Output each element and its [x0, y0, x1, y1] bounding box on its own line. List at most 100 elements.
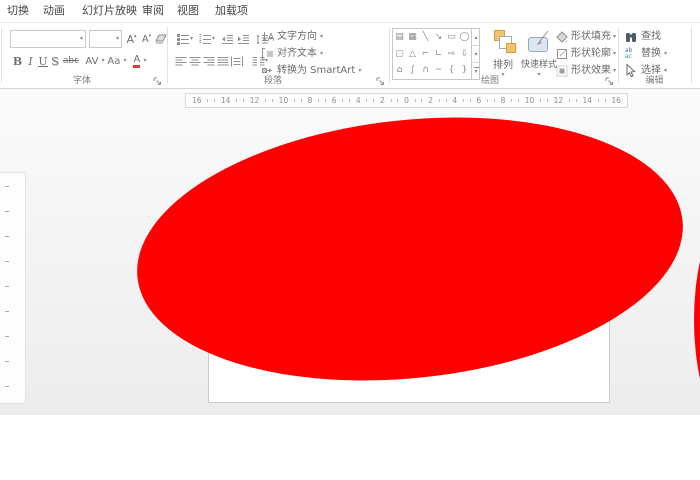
clear-formatting-button[interactable] — [154, 31, 168, 47]
underline-button[interactable]: U — [37, 52, 49, 70]
character-spacing-button[interactable]: AV ▾ — [83, 52, 107, 70]
ruler-tick — [487, 99, 488, 102]
tab-slideshow[interactable]: 幻灯片放映 — [82, 0, 137, 22]
shape-outline-button[interactable]: 形状轮廓 ▾ — [556, 46, 618, 61]
ruler-tick — [445, 99, 447, 102]
chevron-down-icon: ▾ — [115, 35, 119, 42]
shape-fill-button[interactable]: 形状填充 ▾ — [556, 29, 618, 44]
paragraph-dialog-launcher-icon[interactable] — [376, 77, 385, 86]
find-button[interactable]: 查找 — [625, 29, 669, 44]
grow-font-button[interactable]: A ▴ — [124, 30, 139, 48]
italic-button[interactable]: I — [25, 52, 36, 70]
shape-red-ellipse-partial[interactable] — [694, 160, 700, 480]
ruler-tick — [5, 361, 9, 362]
gallery-shape[interactable]: △ — [406, 46, 419, 62]
align-right-button[interactable] — [202, 52, 216, 70]
shrink-font-button[interactable]: A ▾ — [139, 30, 154, 48]
quick-styles-icon — [526, 30, 552, 54]
increase-indent-button[interactable] — [236, 30, 251, 48]
replace-button[interactable]: ab ac 替换 ▾ — [625, 46, 677, 61]
ruler-tick — [300, 99, 302, 102]
ruler-tick — [493, 99, 495, 102]
ruler-tick — [462, 99, 464, 102]
chevron-down-icon: ▾ — [189, 35, 193, 42]
ruler-tick — [540, 99, 542, 102]
chevron-down-icon: ▾ — [320, 49, 324, 57]
tab-review[interactable]: 审阅 — [142, 0, 164, 22]
numbered-list-icon — [199, 33, 211, 44]
text-shadow-button[interactable]: S — [49, 52, 61, 70]
numbering-button[interactable]: ▾ — [196, 30, 218, 48]
align-text-icon — [262, 47, 273, 60]
strikethrough-button[interactable]: abc — [61, 52, 81, 70]
ruler-number: 0 — [404, 96, 409, 105]
eraser-icon — [155, 34, 167, 44]
gallery-shape[interactable]: ▤ — [393, 29, 406, 45]
chevron-down-icon: ▾ — [143, 57, 147, 64]
gallery-shape[interactable]: ⇨ — [445, 46, 458, 62]
align-text-button[interactable]: 对齐文本 ▾ — [262, 46, 380, 61]
bullets-button[interactable]: ▾ — [174, 30, 196, 48]
ruler-tick — [397, 99, 399, 102]
ruler-number: 14 — [220, 96, 231, 105]
shape-gallery-grid: ▤ ▦ ╲ ↘ ▭ ◯ ▢ △ ⌐ ∟ ⇨ ⇩ ⌂ ∫ ∩ ~{} — [393, 29, 471, 79]
gallery-shape[interactable]: ▢ — [393, 46, 406, 62]
ruler-tick — [5, 386, 9, 387]
align-left-button[interactable] — [174, 52, 188, 70]
chevron-down-icon: ▾ — [664, 49, 668, 57]
ruler-tick — [349, 99, 351, 102]
ruler-tick — [271, 99, 273, 102]
drawing-dialog-launcher-icon[interactable] — [605, 77, 614, 86]
align-justify-icon — [217, 56, 229, 65]
ribbon: ▾ ▾ A ▴ A ▾ B I U S abc AV ▾ Aa ▾ A ▾ 字体 ▾… — [0, 22, 700, 89]
gallery-scroll-up-button[interactable]: ▴ — [472, 29, 480, 45]
paragraph-group-label: 段落 — [263, 76, 282, 86]
tab-addins[interactable]: 加载项 — [215, 0, 248, 22]
drawing-group-label: 绘图 — [480, 76, 499, 86]
gallery-shape[interactable]: ∟ — [432, 46, 445, 62]
gallery-shape[interactable]: ↘ — [432, 29, 445, 45]
editing-group-label: 编辑 — [645, 76, 664, 86]
gallery-shape[interactable]: ⇩ — [458, 46, 471, 62]
gallery-shape[interactable]: ╲ — [419, 29, 432, 45]
ruler-tick — [214, 99, 216, 102]
ruler-tick — [294, 99, 295, 102]
ruler-number: 14 — [582, 96, 593, 105]
tab-view[interactable]: 视图 — [177, 0, 199, 22]
shape-outline-icon — [557, 48, 567, 59]
ruler-tick — [390, 99, 392, 102]
gallery-shape[interactable]: ▦ — [406, 29, 419, 45]
ruler-tick — [511, 99, 513, 102]
text-direction-button[interactable]: 文字方向 ▾ — [262, 29, 380, 44]
align-distribute-icon — [231, 56, 243, 66]
font-name-combo[interactable]: ▾ — [10, 30, 86, 48]
font-dialog-launcher-icon[interactable] — [153, 77, 162, 86]
group-separator — [1, 27, 2, 83]
ruler-number: 10 — [278, 96, 289, 105]
ruler-tick — [575, 99, 577, 102]
ruler-tick — [5, 236, 9, 237]
gallery-shape[interactable]: ⌐ — [419, 46, 432, 62]
chevron-down-icon: ▾ — [101, 57, 105, 64]
ruler-tick — [324, 99, 326, 102]
align-justify-button[interactable] — [216, 52, 230, 70]
align-center-button[interactable] — [188, 52, 202, 70]
tab-animations[interactable]: 动画 — [43, 0, 65, 22]
tab-transitions[interactable]: 切换 — [7, 0, 29, 22]
ruler-tick — [5, 211, 9, 212]
bold-button[interactable]: B — [11, 52, 24, 70]
font-size-combo[interactable]: ▾ — [89, 30, 122, 48]
shape-gallery-scrollbar: ▴ ▾ ▾ — [471, 29, 480, 79]
gallery-shape[interactable]: ▭ — [445, 29, 458, 45]
ruler-number: 16 — [611, 96, 621, 105]
workspace: 16 14 12 10 8 6 4 2 0 2 4 6 8 10 12 14 16 — [0, 89, 700, 480]
change-case-button[interactable]: Aa ▾ — [106, 52, 128, 70]
font-color-button[interactable]: A ▾ — [129, 52, 151, 70]
chevron-down-icon: ▾ — [79, 35, 83, 42]
shape-gallery: ▤ ▦ ╲ ↘ ▭ ◯ ▢ △ ⌐ ∟ ⇨ ⇩ ⌂ ∫ ∩ ~{} ▴ ▾ ▾ — [392, 28, 480, 80]
decrease-indent-button[interactable] — [220, 30, 235, 48]
ruler-tick — [366, 99, 368, 102]
gallery-scroll-down-button[interactable]: ▾ — [472, 45, 480, 62]
align-distribute-button[interactable] — [230, 52, 244, 70]
gallery-shape[interactable]: ◯ — [458, 29, 471, 45]
